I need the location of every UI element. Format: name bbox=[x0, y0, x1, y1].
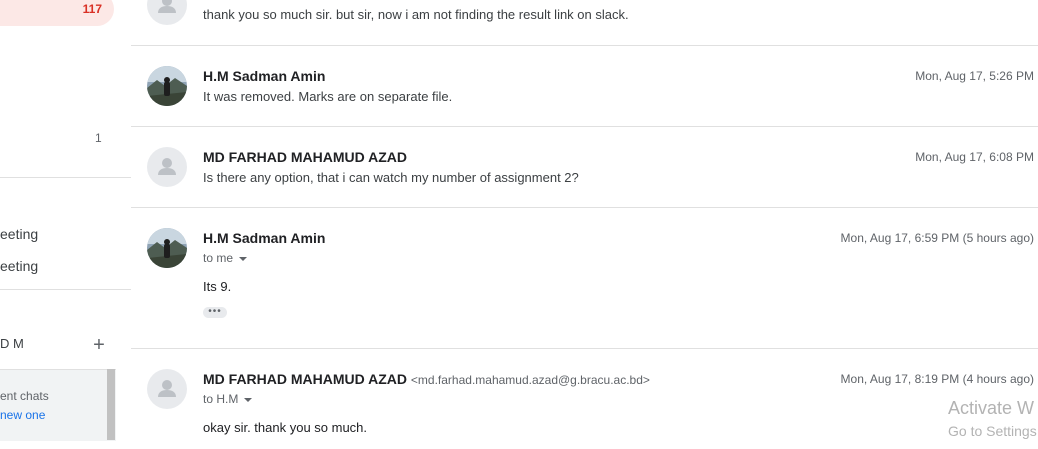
chevron-down-icon bbox=[244, 397, 253, 402]
message-snippet: It was removed. Marks are on separate fi… bbox=[203, 89, 453, 104]
inbox-unread-count: 117 bbox=[82, 2, 102, 16]
message-snippet: Is there any option, that i can watch my… bbox=[203, 170, 579, 185]
chat-panel-scrollbar[interactable] bbox=[107, 369, 115, 440]
message-body: Its 9. bbox=[203, 279, 232, 294]
sender-name: MD FARHAD MAHAMUD AZAD bbox=[203, 149, 408, 165]
hangouts-user-name[interactable]: D M bbox=[0, 336, 24, 351]
left-sidebar: 117 1 eeting eeting D M + ent chats new … bbox=[0, 0, 131, 441]
default-avatar-icon bbox=[147, 369, 187, 409]
sidebar-item-inbox[interactable]: 117 bbox=[0, 0, 114, 26]
message-date: Mon, Aug 17, 5:26 PM bbox=[915, 69, 1034, 83]
collapsed-message[interactable]: thank you so much sir. but sir, now i am… bbox=[131, 0, 1038, 46]
message-date: Mon, Aug 17, 6:08 PM bbox=[915, 150, 1034, 164]
collapsed-message[interactable]: MD FARHAD MAHAMUD AZAD Is there any opti… bbox=[131, 127, 1038, 208]
message-thread: thank you so much sir. but sir, now i am… bbox=[131, 0, 1038, 440]
default-avatar-icon bbox=[147, 147, 187, 187]
sender-name: H.M Sadman Amin bbox=[203, 68, 326, 84]
no-recent-chats-text: ent chats bbox=[0, 389, 49, 403]
recipient-details-toggle[interactable]: to H.M bbox=[203, 392, 253, 406]
start-new-chat-link[interactable]: new one bbox=[0, 408, 45, 422]
sidebar-item-join-meeting[interactable]: eeting bbox=[0, 258, 38, 274]
sender-email: <md.farhad.mahamud.azad@g.bracu.ac.bd> bbox=[410, 373, 650, 387]
recipient-details-toggle[interactable]: to me bbox=[203, 251, 248, 265]
message-date: Mon, Aug 17, 8:19 PM (4 hours ago) bbox=[840, 372, 1034, 386]
collapsed-message[interactable]: H.M Sadman Amin It was removed. Marks ar… bbox=[131, 46, 1038, 127]
sender-name-text: MD FARHAD MAHAMUD AZAD bbox=[203, 371, 408, 387]
new-chat-plus-icon[interactable]: + bbox=[90, 333, 108, 357]
sidebar-divider bbox=[0, 289, 131, 290]
chevron-down-icon bbox=[239, 256, 248, 261]
message-date: Mon, Aug 17, 6:59 PM (5 hours ago) bbox=[840, 231, 1034, 245]
sidebar-divider bbox=[0, 177, 131, 178]
message-snippet: thank you so much sir. but sir, now i am… bbox=[203, 7, 629, 22]
sender-photo-avatar bbox=[147, 66, 187, 106]
message-body: okay sir. thank you so much. bbox=[203, 420, 368, 435]
chat-panel bbox=[0, 369, 116, 441]
activate-windows-settings-hint: Go to Settings bbox=[948, 423, 1037, 439]
sidebar-item-count: 1 bbox=[95, 131, 102, 145]
recipient-text: to H.M bbox=[203, 392, 239, 406]
sender-name: MD FARHAD MAHAMUD AZAD <md.farhad.mahamu… bbox=[203, 371, 650, 387]
sender-photo-avatar bbox=[147, 228, 187, 268]
recipient-text: to me bbox=[203, 251, 234, 265]
expanded-message: H.M Sadman Amin Mon, Aug 17, 6:59 PM (5 … bbox=[131, 208, 1038, 349]
show-trimmed-content-button[interactable]: ••• bbox=[203, 307, 227, 318]
expanded-message: MD FARHAD MAHAMUD AZAD <md.farhad.mahamu… bbox=[131, 349, 1038, 449]
activate-windows-watermark: Activate W bbox=[948, 398, 1035, 418]
sidebar-item-new-meeting[interactable]: eeting bbox=[0, 226, 38, 242]
default-avatar-icon bbox=[147, 0, 187, 25]
sender-name: H.M Sadman Amin bbox=[203, 230, 326, 246]
